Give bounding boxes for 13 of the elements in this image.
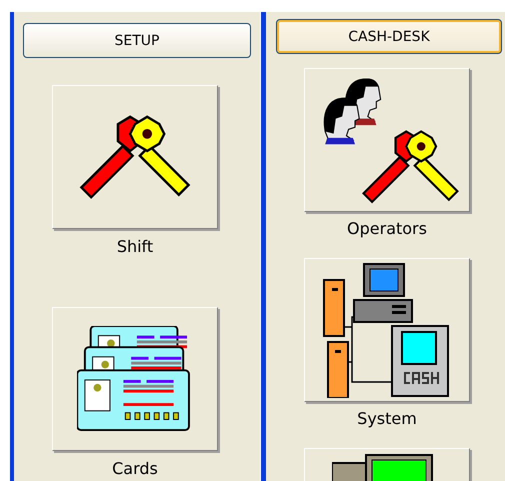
tile-label: Operators <box>346 218 428 240</box>
tile-button[interactable] <box>304 258 470 402</box>
tile-label: System <box>356 408 418 430</box>
keys-icon <box>79 114 191 200</box>
tile-button[interactable] <box>304 68 470 212</box>
tile-button[interactable] <box>52 307 218 451</box>
tile-label: Shift <box>116 236 154 258</box>
section-button[interactable]: SETUP <box>23 23 251 58</box>
section-button[interactable]: CASH-DESK <box>276 19 502 54</box>
id-cards-icon <box>77 326 193 432</box>
tile-button[interactable] <box>52 85 218 229</box>
computer-and-cash-register-icon <box>322 262 452 398</box>
tile-label: Cards <box>111 458 159 480</box>
